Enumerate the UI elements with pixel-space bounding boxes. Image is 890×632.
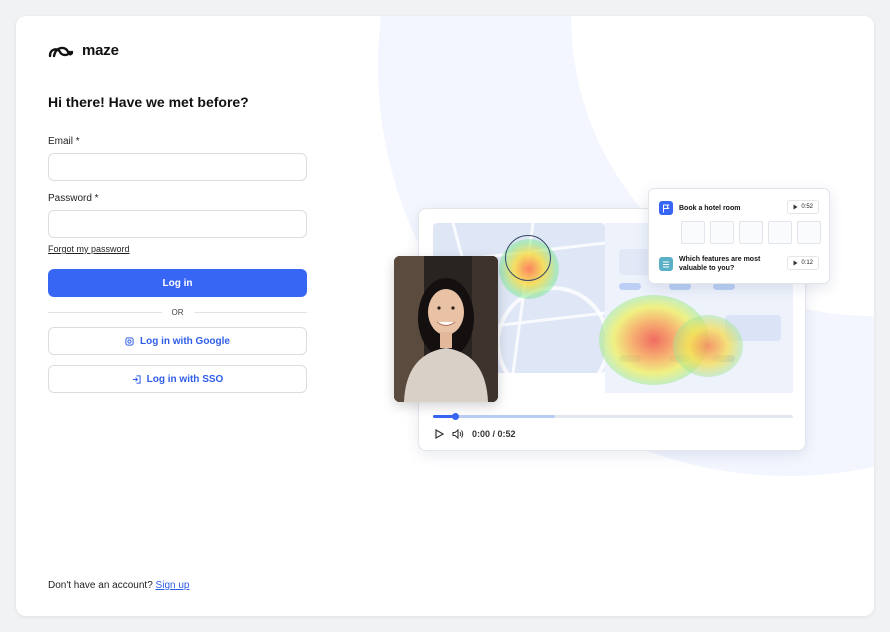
signup-prompt: Don't have an account? Sign up	[48, 580, 189, 591]
task-item: Book a hotel room	[659, 201, 740, 215]
email-label: Email *	[48, 136, 80, 147]
task-time-chip[interactable]: 0:52	[787, 200, 819, 214]
player-time: 0:00 / 0:52	[472, 429, 516, 439]
pill	[619, 283, 641, 290]
click-ring	[505, 235, 551, 281]
password-label: Password *	[48, 193, 99, 204]
task-time: 0:12	[801, 260, 813, 266]
sso-login-label: Log in with SSO	[146, 373, 224, 385]
play-icon	[793, 260, 798, 266]
task-time-chip[interactable]: 0:12	[787, 256, 819, 270]
list-icon	[659, 257, 673, 271]
heatmap-spot	[673, 315, 743, 377]
sso-login-button[interactable]: Log in with SSO	[48, 365, 307, 393]
google-icon	[125, 336, 134, 346]
signup-prompt-text: Don't have an account?	[48, 580, 153, 591]
screen-thumbnail	[797, 221, 821, 244]
participant-video-thumbnail	[394, 256, 498, 402]
or-divider: OR	[48, 306, 307, 318]
task-thumbnails	[681, 221, 821, 244]
video-progress-bar[interactable]	[433, 413, 793, 420]
task-time: 0:52	[801, 204, 813, 210]
screen-thumbnail	[768, 221, 792, 244]
pill	[669, 283, 691, 290]
password-field[interactable]	[48, 210, 307, 238]
brand-name: maze	[82, 42, 119, 59]
participant-portrait	[394, 256, 498, 402]
player-controls: 0:00 / 0:52	[435, 429, 516, 439]
maze-logo-icon	[48, 46, 74, 57]
screen-thumbnail	[681, 221, 705, 244]
task-title: Which features are most valuable to you?	[679, 256, 761, 272]
task-title: Book a hotel room	[679, 204, 741, 212]
google-login-button[interactable]: Log in with Google	[48, 327, 307, 355]
progress-knob[interactable]	[451, 413, 459, 420]
login-button[interactable]: Log in	[48, 269, 307, 297]
screen-thumbnail	[710, 221, 734, 244]
sso-login-icon	[132, 374, 141, 384]
play-icon	[793, 204, 798, 210]
or-text: OR	[171, 307, 184, 317]
email-field[interactable]	[48, 153, 307, 181]
divider-line	[193, 311, 307, 313]
forgot-password-link[interactable]: Forgot my password	[48, 244, 130, 254]
pill	[713, 283, 735, 290]
play-icon[interactable]	[435, 429, 444, 439]
google-login-label: Log in with Google	[140, 335, 230, 347]
volume-icon[interactable]	[452, 429, 464, 439]
login-page: maze Hi there! Have we met before? Email…	[16, 16, 874, 616]
tasks-card: Book a hotel room 0:52 Which features ar…	[648, 188, 830, 284]
screen-thumbnail	[739, 221, 763, 244]
flag-icon	[659, 201, 673, 215]
signup-link[interactable]: Sign up	[156, 580, 190, 591]
page-title: Hi there! Have we met before?	[48, 94, 249, 110]
divider-line	[48, 311, 162, 313]
maze-logo: maze	[48, 42, 119, 59]
task-item: Which features are most valuable to you?	[659, 255, 771, 273]
